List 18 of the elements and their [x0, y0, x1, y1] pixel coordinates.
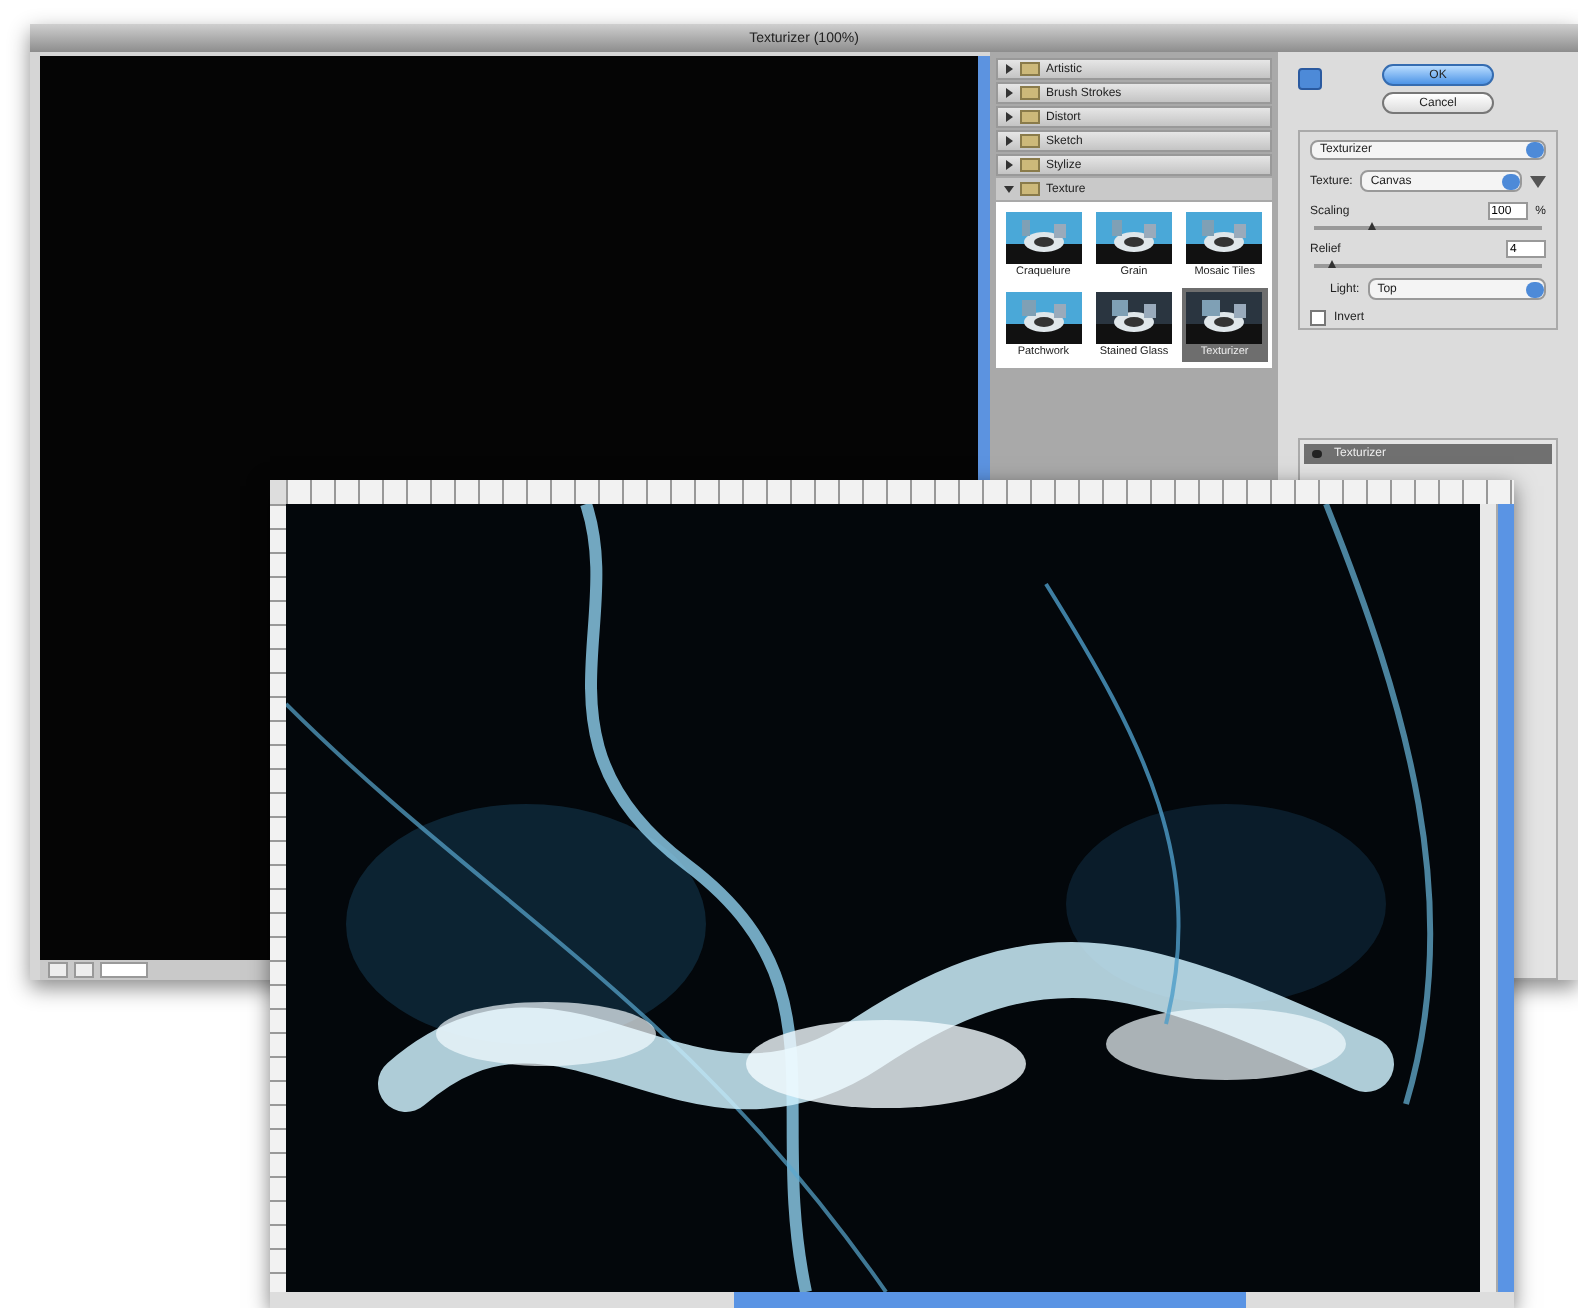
collapsed-icon	[1004, 88, 1014, 98]
collapsed-icon	[1004, 160, 1014, 170]
invert-checkbox[interactable]	[1310, 310, 1326, 326]
slider-thumb[interactable]	[1328, 260, 1337, 268]
eye-icon	[1312, 450, 1322, 458]
menu-arrow-icon	[1530, 175, 1546, 187]
expanded-icon	[1004, 184, 1014, 194]
zoom-field[interactable]	[100, 962, 148, 978]
dropdown-arrow-icon	[1526, 281, 1544, 297]
scroll-bar[interactable]	[1496, 504, 1514, 1292]
collapse-button[interactable]	[1298, 68, 1322, 90]
collapsed-icon	[1004, 136, 1014, 146]
zoom-in-button[interactable]	[74, 962, 94, 978]
scroll-bar[interactable]	[734, 1292, 1246, 1308]
collapsed-icon	[1004, 64, 1014, 74]
collapsed-icon	[1004, 112, 1014, 122]
slider-thumb[interactable]	[1367, 222, 1375, 230]
zoom-out-button[interactable]	[48, 962, 68, 978]
